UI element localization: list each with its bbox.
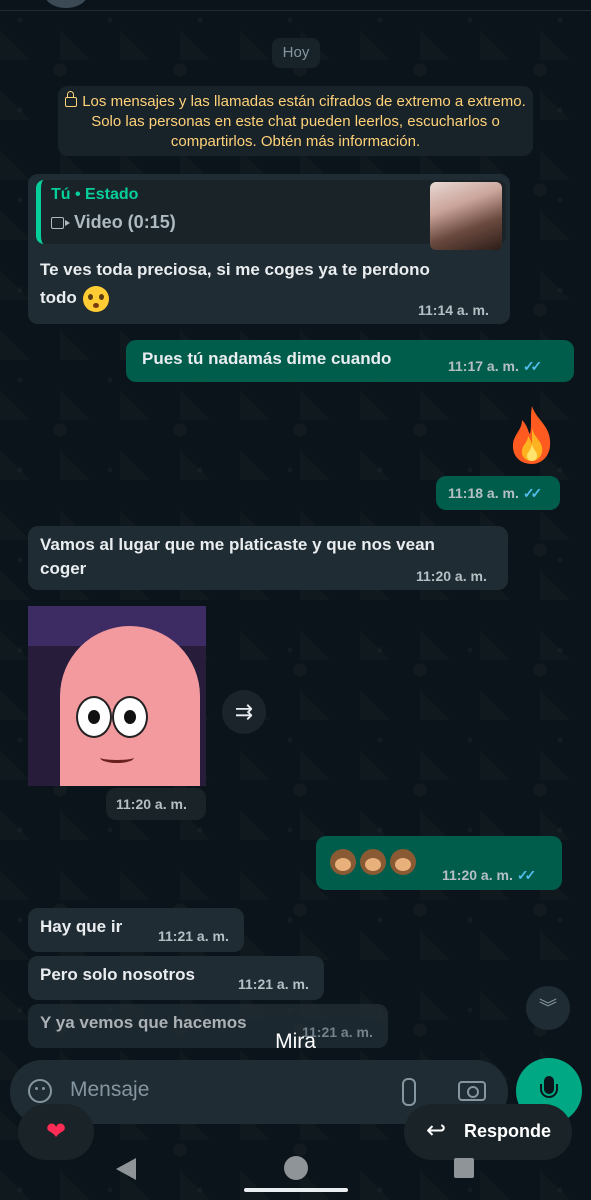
media-time-pill: 11:20 a. m. <box>106 788 206 820</box>
quote-subtitle-text: Video (0:15) <box>74 212 176 232</box>
patrick-sticker-image[interactable] <box>28 606 206 786</box>
date-separator: Hoy <box>272 38 320 68</box>
message-bubble-outgoing[interactable]: Pues tú nadamás dime cuando 11:17 a. m. ✓… <box>126 340 574 382</box>
message-text: Te ves toda preciosa, si me coges ya te … <box>40 256 430 312</box>
double-chevron-down-icon: ︾ <box>539 998 557 1018</box>
home-indicator <box>244 1188 348 1192</box>
home-icon[interactable] <box>284 1156 308 1180</box>
message-text: Hay que ir <box>40 917 123 936</box>
message-time: 11:18 a. m. ✓✓ <box>448 485 543 502</box>
see-no-evil-monkey-icon <box>360 849 386 875</box>
attach-icon[interactable] <box>402 1078 416 1106</box>
see-no-evil-monkey-icon <box>330 849 356 875</box>
image-pupil <box>124 710 136 724</box>
scroll-to-bottom-button[interactable]: ︾ <box>526 986 570 1030</box>
emoji-sticker-icon[interactable] <box>28 1079 52 1103</box>
reply-label: Responde <box>464 1121 552 1141</box>
quote-subtitle: Video (0:15) <box>51 212 176 233</box>
read-ticks-icon: ✓✓ <box>522 485 543 501</box>
message-text: Vamos al lugar que me platicaste y que n… <box>40 535 435 578</box>
message-time: 11:21 a. m. <box>158 928 229 944</box>
forward-icon[interactable]: ⇉ <box>222 690 266 734</box>
quoted-status[interactable]: Tú • Estado Video (0:15) <box>36 180 506 250</box>
quote-title: Tú • Estado <box>51 186 139 203</box>
heart-icon: ❤ <box>45 1118 67 1145</box>
read-ticks-icon: ✓✓ <box>522 358 543 374</box>
chat-header <box>0 0 591 11</box>
image-eye-left <box>76 696 112 738</box>
message-bubble-incoming[interactable]: Hay que ir 11:21 a. m. <box>28 908 244 952</box>
encryption-notice[interactable]: Los mensajes y las llamadas están cifrad… <box>58 86 533 156</box>
camera-icon[interactable] <box>458 1081 486 1101</box>
lock-icon <box>65 91 78 107</box>
message-time: 11:20 a. m. <box>116 796 187 812</box>
image-character <box>60 626 200 786</box>
flushed-face-emoji <box>82 285 109 312</box>
message-input[interactable]: Mensaje <box>70 1078 149 1102</box>
image-eye-right <box>112 696 148 738</box>
message-bubble-outgoing[interactable]: 11:20 a. m. ✓✓ <box>316 836 562 890</box>
message-time: 11:21 a. m. <box>238 976 309 992</box>
overlay-caption: Mira <box>275 1030 316 1053</box>
message-bubble-outgoing[interactable]: 11:18 a. m. ✓✓ <box>436 476 560 510</box>
system-navigation-bar <box>0 1146 591 1200</box>
status-thumbnail <box>430 182 502 250</box>
reply-arrow-icon: ↩ <box>426 1117 447 1144</box>
see-no-evil-monkey-icon <box>390 849 416 875</box>
message-time: 11:20 a. m. <box>416 568 487 584</box>
message-time-text: 11:18 a. m. <box>448 485 519 501</box>
read-ticks-icon: ✓✓ <box>516 867 537 883</box>
recent-apps-icon[interactable] <box>454 1158 474 1178</box>
message-time: 11:20 a. m. ✓✓ <box>442 867 537 884</box>
message-bubble-incoming[interactable]: Pero solo nosotros 11:21 a. m. <box>28 956 324 1000</box>
message-text: Pero solo nosotros <box>40 965 195 984</box>
encryption-text: Los mensajes y las llamadas están cifrad… <box>82 93 526 150</box>
message-time-text: 11:17 a. m. <box>448 358 519 374</box>
image-pupil <box>88 710 100 724</box>
contact-avatar[interactable] <box>44 0 88 8</box>
fire-emoji <box>512 406 551 464</box>
message-time-text: 11:20 a. m. <box>442 867 513 883</box>
message-bubble-incoming[interactable]: Tú • Estado Video (0:15) Te ves toda pre… <box>28 174 510 324</box>
message-time: 11:17 a. m. ✓✓ <box>448 358 543 375</box>
video-icon <box>51 217 70 229</box>
message-time: 11:14 a. m. <box>418 302 489 318</box>
back-icon[interactable] <box>116 1158 136 1180</box>
message-text: Pues tú nadamás dime cuando <box>142 349 392 368</box>
image-mouth <box>100 752 134 763</box>
message-bubble-incoming[interactable]: Vamos al lugar que me platicaste y que n… <box>28 526 508 590</box>
emoji-row <box>330 849 420 875</box>
